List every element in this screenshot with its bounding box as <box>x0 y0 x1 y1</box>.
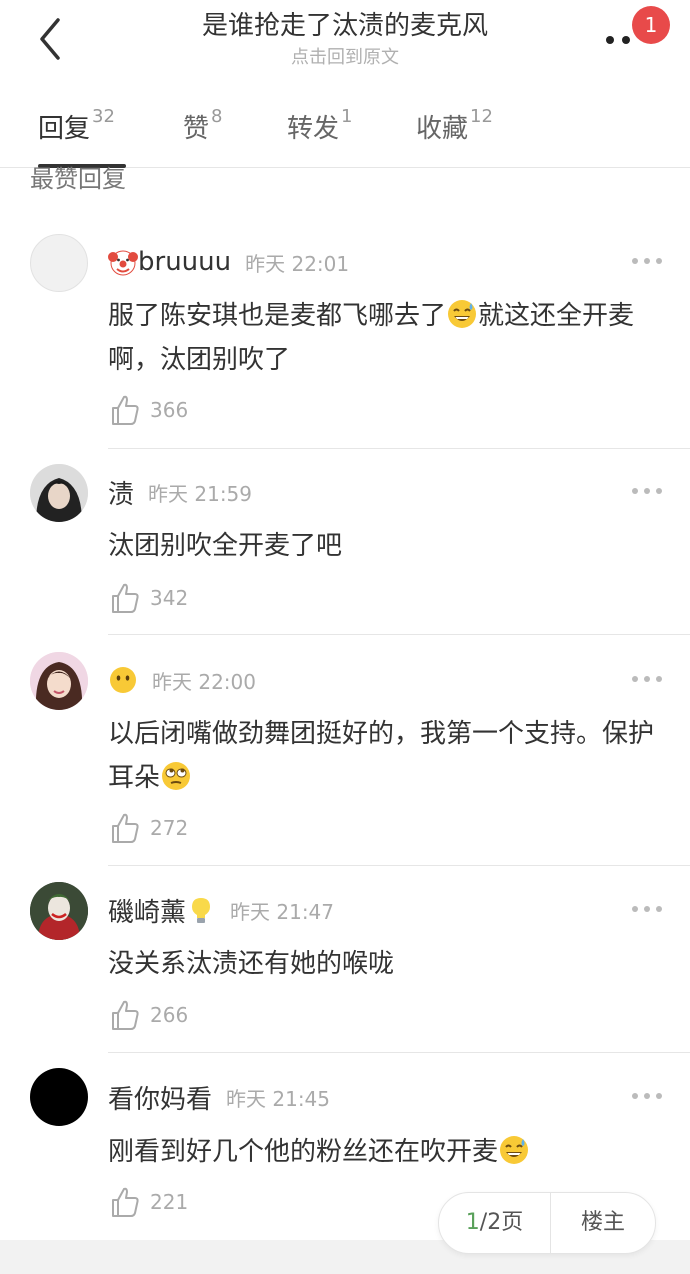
username[interactable]: 磯崎薰 <box>108 892 186 929</box>
timestamp: 昨天 21:45 <box>226 1086 331 1111</box>
comment-more-icon[interactable] <box>630 1091 664 1101</box>
comment-header: 看你妈看 昨天 21:45 <box>108 1079 330 1115</box>
comment-header: bruuuu 昨天 22:01 <box>108 244 349 280</box>
tab-count: 8 <box>211 106 223 127</box>
timestamp: 昨天 22:01 <box>245 251 350 276</box>
page-indicator-button[interactable]: 1/2页 <box>439 1193 551 1253</box>
comment-header: 磯崎薰 昨天 21:47 <box>108 892 334 928</box>
notification-badge[interactable]: 1 <box>632 6 670 44</box>
tab-favorites[interactable]: 收藏 12 <box>416 106 493 152</box>
lightbulb-icon <box>192 898 211 923</box>
thumbs-up-icon <box>112 813 139 843</box>
clown-face-icon <box>108 250 138 276</box>
tab-count: 32 <box>92 106 115 127</box>
divider <box>108 634 690 635</box>
avatar[interactable] <box>30 882 88 940</box>
like-count: 221 <box>150 1190 189 1214</box>
avatar[interactable] <box>30 464 88 522</box>
thumbs-up-icon <box>112 1187 139 1217</box>
tab-count: 1 <box>341 106 353 127</box>
divider <box>108 1052 690 1053</box>
avatar[interactable] <box>30 652 88 710</box>
avatar-photo <box>30 464 88 522</box>
op-only-button[interactable]: 楼主 <box>551 1193 655 1253</box>
page: 是谁抢走了汰渍的麦克风 点击回到原文 1 回复 32 赞8 转发 1 收藏 12 最赞… <box>0 0 690 1274</box>
comment-text: 以后闭嘴做劲舞团挺好的，我第一个支持。保护耳朵 <box>108 712 668 800</box>
current-page: 1 <box>465 1210 480 1235</box>
back-to-post-link[interactable]: 点击回到原文 <box>120 46 570 70</box>
tab-label: 回复 <box>38 114 91 144</box>
thumbs-up-icon <box>112 583 139 613</box>
like-button[interactable]: 342 <box>110 580 188 616</box>
username[interactable]: bruuuu <box>138 247 231 277</box>
no-mouth-face-icon <box>110 667 136 693</box>
divider <box>108 448 690 449</box>
top-bar: 是谁抢走了汰渍的麦克风 点击回到原文 1 <box>0 0 690 90</box>
avatar[interactable] <box>30 234 88 292</box>
page-title[interactable]: 是谁抢走了汰渍的麦克风 <box>120 8 570 44</box>
username[interactable]: 看你妈看 <box>108 1079 212 1116</box>
timestamp: 昨天 21:59 <box>148 481 253 506</box>
tab-count: 12 <box>470 106 493 127</box>
thumbs-up-icon <box>112 1000 139 1030</box>
comment-more-icon[interactable] <box>630 256 664 266</box>
like-count: 266 <box>150 1003 189 1027</box>
tab-label: 赞 <box>183 114 210 144</box>
comment-text-part: 服了陈安琪也是麦都飞哪去了 <box>108 301 447 331</box>
comment-text: 汰团别吹全开麦了吧 <box>108 531 343 561</box>
comment-header: 昨天 22:00 <box>108 662 256 698</box>
like-button[interactable]: 266 <box>110 997 188 1033</box>
comment-more-icon[interactable] <box>630 674 664 684</box>
tab-replies[interactable]: 回复 32 <box>38 106 115 152</box>
comment-more-icon[interactable] <box>630 904 664 914</box>
timestamp: 昨天 22:00 <box>152 669 256 694</box>
sweat-smile-emoji-icon <box>500 1136 529 1164</box>
comment-text: 服了陈安琪也是麦都飞哪去了 就这还全开麦啊，汰团别吹了 <box>108 294 668 382</box>
comment-text: 没关系汰渍还有她的喉咙 <box>108 949 395 979</box>
avatar-photo <box>30 882 88 940</box>
like-button[interactable]: 272 <box>110 810 188 846</box>
tab-reposts[interactable]: 转发 1 <box>287 106 353 152</box>
back-button[interactable] <box>28 14 76 64</box>
chevron-left-icon <box>40 18 60 60</box>
avatar-photo <box>30 652 88 710</box>
avatar[interactable] <box>30 1068 88 1126</box>
comment-more-icon[interactable] <box>630 486 664 496</box>
tab-label: 收藏 <box>416 114 469 144</box>
eye-roll-emoji-icon <box>162 762 191 790</box>
thumbs-up-icon <box>112 395 139 425</box>
like-count: 342 <box>150 586 189 610</box>
sweat-smile-emoji-icon <box>448 300 477 328</box>
comment-header: 渍 昨天 21:59 <box>108 474 252 510</box>
page-total: /2页 <box>479 1210 524 1235</box>
floating-pager: 1/2页 楼主 <box>438 1192 656 1254</box>
like-count: 366 <box>150 398 189 422</box>
tab-label: 转发 <box>287 114 340 144</box>
tab-likes[interactable]: 赞8 <box>183 106 223 152</box>
like-button[interactable]: 221 <box>110 1184 188 1220</box>
comment-text: 刚看到好几个他的粉丝还在吹开麦 <box>108 1130 668 1174</box>
like-button[interactable]: 366 <box>110 392 188 428</box>
tab-bar: 回复 32 赞8 转发 1 收藏 12 <box>0 100 690 168</box>
section-title: 最赞回复 <box>30 165 126 193</box>
comment-text-part: 刚看到好几个他的粉丝还在吹开麦 <box>108 1137 499 1167</box>
username[interactable]: 渍 <box>108 474 134 511</box>
timestamp: 昨天 21:47 <box>230 899 335 924</box>
divider <box>108 865 690 866</box>
like-count: 272 <box>150 816 189 840</box>
